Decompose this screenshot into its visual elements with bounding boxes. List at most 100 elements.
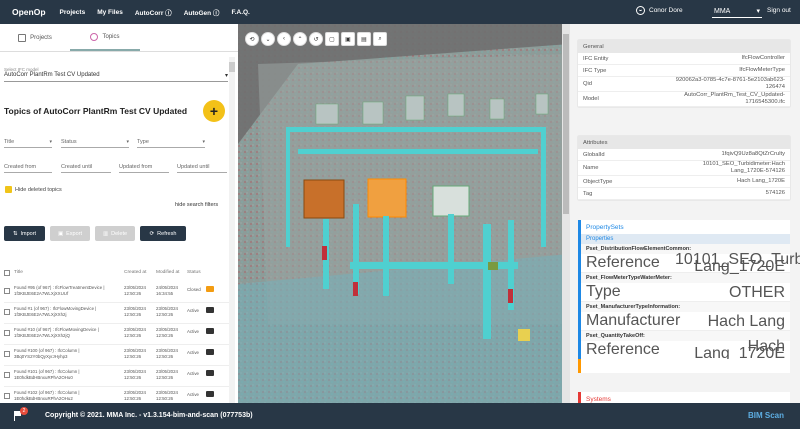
reset-view-icon[interactable]: ↺ [309,32,323,46]
video-camera-icon[interactable] [206,370,214,376]
model-select[interactable]: AutoCorr PlantRm Test CV Updated ▾ [4,72,228,82]
sign-out-link[interactable]: Sign out [767,7,791,14]
property-key: Reference [586,254,660,271]
bim-scan-logo: BIM Scan [748,411,785,420]
select-all-checkbox[interactable] [4,270,10,276]
viewer-scrollbar[interactable] [562,24,570,403]
row-title[interactable]: Found #100 (of 967) : IfcColumn | 3Bq0YS2… [14,348,120,360]
row-checkbox[interactable] [4,288,10,294]
table-row[interactable]: Found #95 (of 967) : IfcFlowTreatmentDev… [4,282,230,303]
attributes-header[interactable]: Attributes [578,136,790,149]
row-title[interactable]: Found #1 (of 967) : IfcFlowMovingDevice … [14,306,120,318]
expand-icon[interactable]: ⌄ [261,32,275,46]
tab-projects-label: Projects [30,34,52,41]
row-title[interactable]: Found #10 (of 967) : IfcFlowMovingDevice… [14,327,120,339]
nav-faq[interactable]: F.A.Q. [231,9,249,16]
type-filter[interactable]: Type [137,139,205,148]
property-value: IfcFlowController [741,55,786,61]
row-checkbox[interactable] [4,351,10,357]
delete-button[interactable]: ▥ Delete [95,226,135,241]
row-modified: 23/05/2024 12:50:26 [156,390,178,401]
screenshot-icon[interactable]: ▣ [341,32,355,46]
back-icon[interactable]: ‹ [277,32,291,46]
topics-icon [90,32,99,41]
video-camera-icon[interactable] [206,307,214,313]
row-title[interactable]: Found #95 (of 967) : IfcFlowTreatmentDev… [14,285,120,297]
video-camera-icon[interactable] [206,328,214,334]
table-row[interactable]: Found #101 (of 967) : IfcColumn | 1E0hdkB… [4,366,230,387]
page-title: Topics of AutoCorr PlantRm Test CV Updat… [4,106,188,116]
import-button[interactable]: ⇅ Import [4,226,45,241]
property-value: Hach Lang [707,312,785,330]
left-scrollbar[interactable] [229,57,235,403]
row-title[interactable]: Found #101 (of 967) : IfcColumn | 1E0hdkB… [14,369,120,381]
row-created: 23/05/2024 12:50:26 [124,306,146,317]
row-checkbox[interactable] [4,309,10,315]
orbit-icon[interactable]: ⟲ [245,32,259,46]
row-status: Active [187,329,199,334]
property-key: Reference [586,341,660,358]
table-row[interactable]: Found #10 (of 967) : IfcFlowMovingDevice… [4,324,230,345]
status-filter[interactable]: Status [61,139,129,148]
tab-projects[interactable]: Projects [0,24,70,51]
video-camera-icon[interactable] [206,286,214,292]
tab-topics[interactable]: Topics [70,24,140,51]
nav-autocorr[interactable]: AutoCorr ⓘ [135,7,172,17]
nav-my-files[interactable]: My Files [97,9,123,16]
general-header[interactable]: General [578,40,790,53]
user-menu[interactable]: Conor Dore [636,6,683,15]
video-camera-icon[interactable] [206,391,214,397]
fit-icon[interactable]: ▢ [325,32,339,46]
property-key: Type [586,283,621,300]
created-until-field[interactable]: Created until [61,164,111,173]
column-modified[interactable]: Modified at [156,270,179,275]
title-filter[interactable]: Title [4,139,52,148]
properties-panel: General IFC Entity IfcFlowController IFC T… [570,24,800,403]
search-icon[interactable]: ⌕ [373,32,387,46]
nav-autogen[interactable]: AutoGen ⓘ [184,7,220,17]
topics-table-header: Title Created at Modified at Status [4,270,230,278]
row-checkbox[interactable] [4,372,10,378]
video-camera-icon[interactable] [206,349,214,355]
property-sets-header[interactable]: PropertySets [581,220,790,234]
column-status[interactable]: Status [187,270,201,275]
updated-until-field[interactable]: Updated until [177,164,227,173]
column-title[interactable]: Title [14,270,23,275]
tab-topics-label: Topics [102,33,120,40]
property-row: Manufacturer Hach Lang [581,312,790,331]
export-icon: ▣ [57,230,64,237]
bim-3d-viewer[interactable]: ⟲ ⌄ ‹ ⌃ ↺ ▢ ▣ ▤ ⌕ [238,24,570,403]
organization-select[interactable]: MMA ▾ [712,5,762,18]
viewer-scrollbar-thumb[interactable] [563,34,569,214]
map-icon[interactable]: ▤ [357,32,371,46]
row-checkbox[interactable] [4,330,10,336]
hide-deleted-checkbox[interactable]: Hide deleted topics [5,186,62,193]
row-checkbox[interactable] [4,393,10,399]
property-key: Qid [583,81,593,87]
table-row[interactable]: Found #1 (of 967) : IfcFlowMovingDevice … [4,303,230,324]
row-created: 23/05/2024 12:50:26 [124,369,146,380]
export-button[interactable]: ▣ Export [50,226,90,241]
property-sets-section: PropertySets Properties Pset_Distributio… [578,220,800,362]
nav-projects[interactable]: Projects [60,9,86,16]
property-row: Reference Hach Lang_1720E [581,339,790,362]
updated-from-field[interactable]: Updated from [119,164,169,173]
hide-search-filters-link[interactable]: hide search filters [175,202,218,208]
refresh-button[interactable]: ⟳ Refresh [140,226,186,241]
table-row[interactable]: Found #100 (of 967) : IfcColumn | 3Bq0YS2… [4,345,230,366]
orange-section[interactable] [578,359,790,373]
created-from-field[interactable]: Created from [4,164,52,173]
up-icon[interactable]: ⌃ [293,32,307,46]
row-modified: 24/05/2024 16:34:55 [156,285,178,296]
row-title[interactable]: Found #102 (of 967) : IfcColumn | 1E0hdkB… [14,390,120,402]
properties-subheader[interactable]: Properties [581,234,790,244]
add-topic-button[interactable]: + [203,100,225,122]
column-created[interactable]: Created at [124,270,146,275]
left-scrollbar-thumb[interactable] [229,62,235,72]
brand-logo[interactable]: OpenOp [12,7,46,17]
table-row[interactable]: Found #102 (of 967) : IfcColumn | 1E0hdkB… [4,387,230,403]
property-value: 10101_SEO_Turbidimeter:Hach Lang_1720E [675,251,800,275]
systems-section[interactable]: Systems [578,392,790,403]
viewer-toolbar: ⟲ ⌄ ‹ ⌃ ↺ ▢ ▣ ▤ ⌕ [245,32,387,46]
property-value: IfcFlowMeterType [739,67,785,73]
